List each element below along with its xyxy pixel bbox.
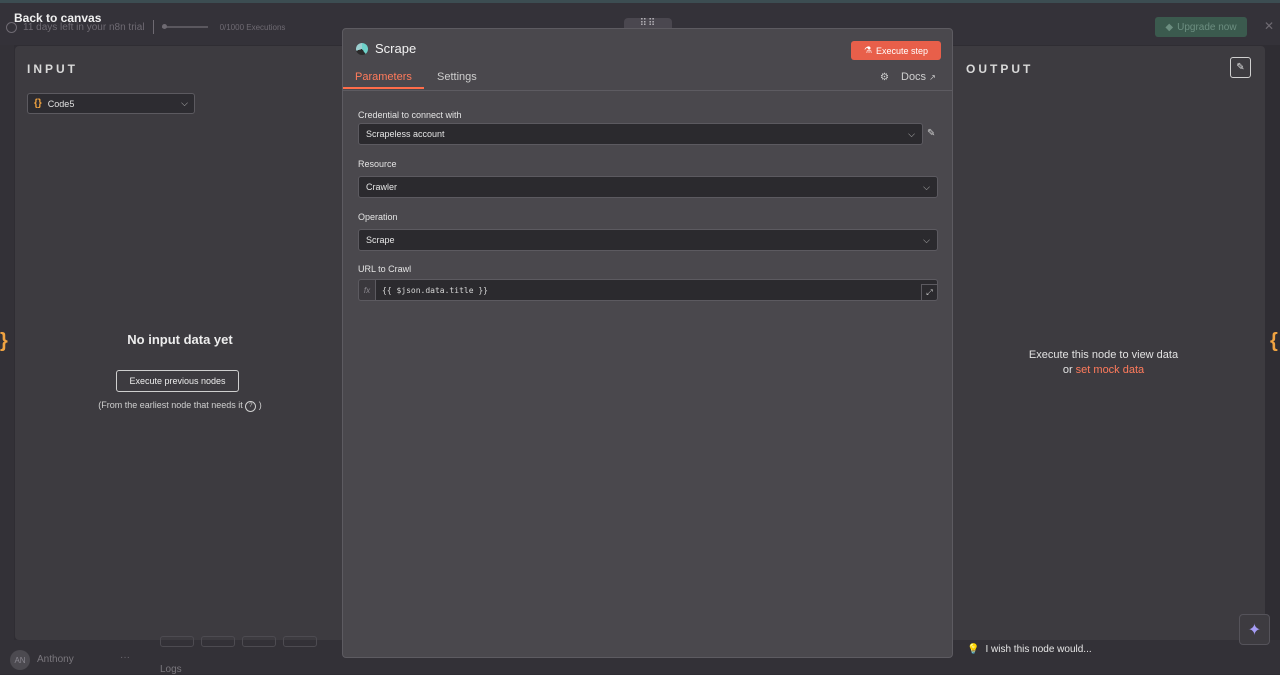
- expression-fx-icon: fx: [358, 279, 375, 301]
- back-to-canvas-button[interactable]: Back to canvas: [14, 11, 101, 25]
- back-label: Back to canvas: [14, 11, 102, 25]
- header-divider: [343, 90, 952, 91]
- execute-previous-nodes-button[interactable]: Execute previous nodes: [116, 370, 239, 392]
- execute-previous-label: Execute previous nodes: [129, 376, 226, 386]
- input-hint-text: (From the earliest node that needs it: [98, 400, 246, 410]
- ghost-node: [242, 636, 276, 647]
- output-title: OUTPUT: [966, 62, 1034, 76]
- docs-link[interactable]: Docs ↗: [901, 71, 936, 83]
- chevron-down-icon: ⌵: [181, 98, 188, 108]
- gem-icon: ◆: [1165, 21, 1174, 33]
- operation-value: Scrape: [366, 235, 395, 245]
- node-header: Scrape ⚗ Execute step Parameters Setting…: [343, 29, 952, 91]
- chevron-down-icon: ⌵: [923, 234, 930, 245]
- input-hint: (From the earliest node that needs it ? …: [15, 400, 345, 412]
- external-link-icon: ↗: [929, 73, 936, 82]
- code-node-edge-icon-right: {: [1270, 330, 1278, 352]
- execute-step-button[interactable]: ⚗ Execute step: [851, 41, 941, 60]
- resource-label: Resource: [358, 159, 397, 169]
- logs-label[interactable]: Logs: [160, 664, 182, 675]
- credential-select[interactable]: Scrapeless account ⌵: [358, 123, 923, 145]
- code-node-edge-icon: }: [0, 330, 8, 352]
- input-node-value: Code5: [47, 98, 75, 109]
- url-expression-input[interactable]: {{ $json.data.title }} ⤢: [375, 279, 938, 301]
- code-node-icon: {}: [34, 98, 42, 109]
- ghost-node: [160, 636, 194, 647]
- execute-step-label: Execute step: [876, 45, 929, 56]
- background-sidebar: [0, 45, 14, 674]
- input-panel: INPUT {} Code5 ⌵ No input data yet Execu…: [15, 46, 345, 640]
- close-icon[interactable]: ✕: [1264, 19, 1274, 33]
- tab-settings[interactable]: Settings: [437, 71, 477, 83]
- input-node-select[interactable]: {} Code5 ⌵: [27, 93, 195, 114]
- avatar[interactable]: AN: [10, 650, 30, 670]
- url-expression-value: {{ $json.data.title }}: [382, 285, 488, 295]
- set-mock-data-link[interactable]: set mock data: [1076, 364, 1144, 376]
- executions-progress: [161, 24, 208, 29]
- question-icon[interactable]: ?: [245, 401, 257, 412]
- node-parameters-panel: Scrape ⚗ Execute step Parameters Setting…: [342, 28, 953, 658]
- operation-label: Operation: [358, 212, 398, 222]
- resource-select[interactable]: Crawler ⌵: [358, 176, 938, 198]
- output-panel: OUTPUT ✎ Execute this node to view data …: [952, 46, 1265, 640]
- feedback-prompt[interactable]: 💡 I wish this node would...: [967, 644, 1092, 655]
- upgrade-button[interactable]: ◆ Upgrade now: [1155, 17, 1247, 37]
- pencil-icon: ✎: [1236, 62, 1245, 73]
- resource-value: Crawler: [366, 182, 398, 192]
- tab-parameters[interactable]: Parameters: [343, 71, 424, 89]
- ghost-node: [201, 636, 235, 647]
- no-input-title: No input data yet: [127, 332, 233, 347]
- executions-count: 0/1000 Executions: [219, 22, 286, 32]
- scrapeless-logo-icon: [356, 43, 368, 55]
- output-empty-message: Execute this node to view data or set mo…: [972, 348, 1235, 378]
- chevron-down-icon: ⌵: [923, 181, 930, 192]
- edit-credential-icon[interactable]: ✎: [927, 128, 935, 139]
- input-hint-end: ): [258, 400, 262, 410]
- docs-label: Docs: [901, 71, 927, 83]
- chevron-down-icon: ⌵: [908, 128, 915, 139]
- settings-gear-icon[interactable]: ⚙: [880, 72, 889, 83]
- more-options-icon[interactable]: ···: [120, 652, 130, 663]
- node-title[interactable]: Scrape: [375, 41, 416, 56]
- output-or-text: or: [1062, 364, 1076, 376]
- upgrade-label: Upgrade now: [1177, 21, 1237, 33]
- user-name: Anthony: [37, 654, 74, 665]
- expand-editor-icon[interactable]: ⤢: [921, 284, 937, 300]
- lightbulb-icon: 💡: [967, 644, 980, 655]
- input-title: INPUT: [27, 62, 78, 76]
- url-label: URL to Crawl: [358, 264, 412, 274]
- flask-icon: ⚗: [863, 45, 873, 55]
- ghost-node: [283, 636, 317, 647]
- ai-assistant-sparkle-icon[interactable]: ✦: [1239, 614, 1270, 645]
- credential-value: Scrapeless account: [366, 129, 445, 139]
- divider: [152, 20, 154, 34]
- credential-label: Credential to connect with: [358, 110, 462, 120]
- operation-select[interactable]: Scrape ⌵: [358, 229, 938, 251]
- wish-label: I wish this node would...: [985, 644, 1092, 655]
- output-message-line: Execute this node to view data: [1028, 349, 1179, 361]
- edit-output-button[interactable]: ✎: [1230, 57, 1251, 78]
